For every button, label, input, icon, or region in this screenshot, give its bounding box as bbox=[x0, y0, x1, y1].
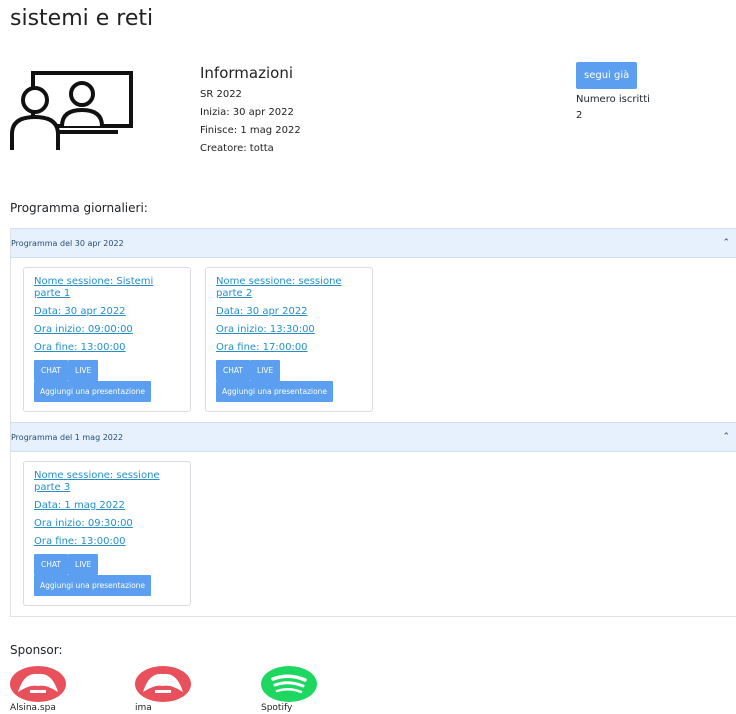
event-code: SR 2022 bbox=[200, 89, 242, 100]
page-title: sistemi e reti bbox=[10, 6, 154, 31]
session-name-link[interactable]: Nome sessione: sessione parte 2 bbox=[216, 276, 362, 300]
schedule-accordion: Programma del 30 apr 2022 ⌃ Nome session… bbox=[10, 228, 736, 617]
spotify-logo-icon bbox=[261, 666, 317, 702]
follow-button[interactable]: segui già bbox=[576, 62, 638, 89]
follow-panel: segui già Numero iscritti 2 bbox=[576, 62, 650, 123]
session-date-link[interactable]: Data: 30 apr 2022 bbox=[34, 306, 180, 318]
session-date-link[interactable]: Data: 30 apr 2022 bbox=[216, 306, 362, 318]
session-name-link[interactable]: Nome sessione: Sistemi parte 1 bbox=[34, 276, 180, 300]
subscribers-count: 2 bbox=[576, 110, 583, 121]
info-panel: Informazioni SR 2022 Inizia: 30 apr 2022… bbox=[200, 64, 301, 158]
session-card: Nome sessione: Sistemi parte 1 Data: 30 … bbox=[23, 267, 191, 412]
session-name-link[interactable]: Nome sessione: sessione parte 3 bbox=[34, 470, 180, 494]
info-heading: Informazioni bbox=[200, 64, 293, 82]
accordion-body-day-1: Nome sessione: Sistemi parte 1 Data: 30 … bbox=[11, 258, 736, 422]
session-start-link[interactable]: Ora inizio: 13:30:00 bbox=[216, 324, 362, 336]
sponsor-name: ima bbox=[135, 703, 152, 713]
presentation-icon bbox=[10, 71, 133, 150]
live-button[interactable]: LIVE bbox=[250, 360, 281, 381]
session-actions: CHAT LIVE bbox=[34, 360, 180, 381]
accordion-header-day-2[interactable]: Programma del 1 mag 2022 ⌃ bbox=[11, 422, 736, 452]
session-start-link[interactable]: Ora inizio: 09:30:00 bbox=[34, 518, 180, 530]
add-presentation-button[interactable]: Aggiungi una presentazione bbox=[34, 381, 152, 402]
chat-button[interactable]: CHAT bbox=[34, 554, 69, 575]
sponsor-name: Spotify bbox=[261, 703, 293, 713]
sponsor-logo-icon bbox=[10, 666, 66, 702]
sponsor-logo-icon bbox=[135, 666, 191, 702]
session-actions: CHAT LIVE bbox=[34, 554, 180, 575]
live-button[interactable]: LIVE bbox=[68, 554, 99, 575]
chevron-up-icon[interactable]: ⌃ bbox=[722, 432, 730, 442]
creator: Creatore: totta bbox=[200, 143, 274, 154]
session-actions: CHAT LIVE bbox=[216, 360, 362, 381]
session-card: Nome sessione: sessione parte 2 Data: 30… bbox=[205, 267, 373, 412]
subscribers-label: Numero iscritti bbox=[576, 94, 650, 105]
session-card: Nome sessione: sessione parte 3 Data: 1 … bbox=[23, 461, 191, 606]
live-button[interactable]: LIVE bbox=[68, 360, 99, 381]
sponsor-name: Alsina.spa bbox=[10, 703, 56, 713]
accordion-title: Programma del 30 apr 2022 bbox=[11, 238, 124, 248]
session-end-link[interactable]: Ora fine: 17:00:00 bbox=[216, 342, 362, 354]
add-presentation-button[interactable]: Aggiungi una presentazione bbox=[216, 381, 334, 402]
chevron-up-icon[interactable]: ⌃ bbox=[722, 238, 730, 248]
session-date-link[interactable]: Data: 1 mag 2022 bbox=[34, 500, 180, 512]
session-end-link[interactable]: Ora fine: 13:00:00 bbox=[34, 342, 180, 354]
accordion-body-day-2: Nome sessione: sessione parte 3 Data: 1 … bbox=[11, 452, 736, 616]
chat-button[interactable]: CHAT bbox=[34, 360, 69, 381]
accordion-header-day-1[interactable]: Programma del 30 apr 2022 ⌃ bbox=[11, 228, 736, 258]
end-date: Finisce: 1 mag 2022 bbox=[200, 125, 301, 136]
accordion-title: Programma del 1 mag 2022 bbox=[11, 432, 124, 442]
session-start-link[interactable]: Ora inizio: 09:00:00 bbox=[34, 324, 180, 336]
add-presentation-button[interactable]: Aggiungi una presentazione bbox=[34, 575, 152, 596]
sponsor-heading: Sponsor: bbox=[10, 643, 63, 657]
session-end-link[interactable]: Ora fine: 13:00:00 bbox=[34, 536, 180, 548]
schedule-heading: Programma giornalieri: bbox=[10, 201, 148, 215]
start-date: Inizia: 30 apr 2022 bbox=[200, 107, 294, 118]
sponsor-item: Spotify bbox=[261, 666, 331, 714]
sponsor-item: Alsina.spa bbox=[10, 666, 80, 714]
chat-button[interactable]: CHAT bbox=[216, 360, 251, 381]
sponsor-item: ima bbox=[135, 666, 205, 714]
